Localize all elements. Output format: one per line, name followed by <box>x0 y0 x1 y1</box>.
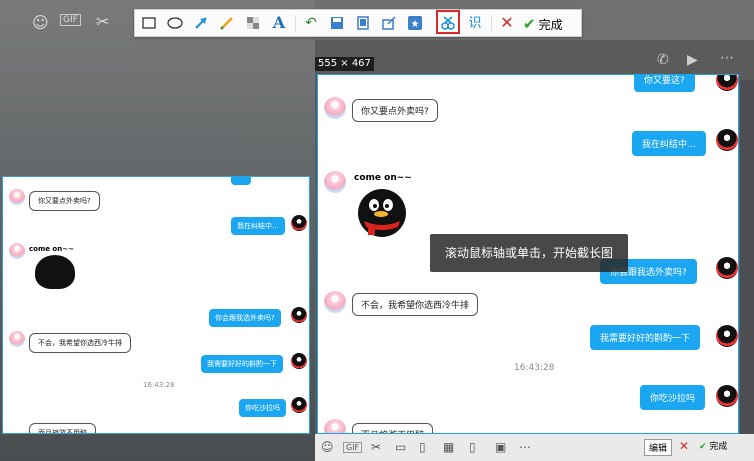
small-msg-4: 不会，我希望你选西冷牛排 <box>29 333 131 353</box>
small-sticker-caption: come on~~ <box>29 245 74 253</box>
friend-avatar <box>324 171 346 193</box>
check-icon: ✔ <box>699 442 707 452</box>
long-screenshot-tooltip: 滚动鼠标轴或单击，开始截长图 <box>430 234 628 272</box>
small-timestamp: 16:43:28 <box>143 381 175 389</box>
scissors-icon: ✂ <box>371 440 382 454</box>
underlying-input-toolbar: ☺ GIF ✂ ▭ ▯ ▦ ▯ ▣ ⋯ 编辑 ✕ ✔ 完成 <box>315 434 754 461</box>
save-icon[interactable] <box>327 13 347 33</box>
desktop-background-strip <box>740 80 754 440</box>
small-msg-3: 你会跟我选外卖吗? <box>209 309 281 327</box>
chat-msg-1: 你又要点外卖吗? <box>352 99 438 122</box>
gif-icon: GIF <box>343 442 363 453</box>
red-packet-icon: ▣ <box>495 440 507 454</box>
friend-avatar <box>9 331 25 347</box>
file-icon: ▯ <box>419 440 426 454</box>
small-msg-5: 我需要好好的斟酌一下 <box>201 355 283 373</box>
chat-msg-6: 你吃沙拉吗 <box>640 385 706 410</box>
long-screenshot-icon[interactable] <box>438 13 458 33</box>
ellipse-tool-icon[interactable] <box>165 13 185 33</box>
text-recognize-button[interactable]: 识 <box>465 13 485 33</box>
more-icon: ⋯ <box>720 50 734 66</box>
bottom-done-button[interactable]: ✔ 完成 <box>699 439 727 452</box>
small-msg-2: 我在纠结中... <box>231 217 285 235</box>
capture-size-label: 555 × 467 <box>315 57 374 71</box>
text-tool-icon[interactable]: A <box>269 13 289 33</box>
edit-button[interactable]: 编辑 <box>644 439 673 456</box>
done-button[interactable]: ✔ 完成 <box>523 14 563 34</box>
my-avatar <box>716 75 738 91</box>
friend-avatar <box>324 97 346 119</box>
check-icon: ✔ <box>523 15 536 33</box>
my-avatar <box>291 307 307 323</box>
my-avatar <box>716 325 738 347</box>
chat-msg-top: 你又要这? <box>634 75 695 92</box>
phone-icon: ✆ <box>657 52 669 68</box>
arrow-tool-icon[interactable] <box>191 13 211 33</box>
chat-msg-4: 不会，我希望你选西冷牛排 <box>352 293 479 316</box>
toolbar-separator <box>491 15 492 31</box>
small-msg-1: 你又要点外卖吗? <box>29 191 100 211</box>
cancel-icon[interactable]: ✕ <box>497 13 517 33</box>
chat-msg-2: 我在纠结中... <box>632 131 706 156</box>
chat-msg-5: 我需要好好的斟酌一下 <box>590 325 701 350</box>
chat-timestamp: 16:43:28 <box>514 363 555 373</box>
bottom-done-label: 完成 <box>709 442 728 452</box>
my-avatar <box>291 215 307 231</box>
undo-icon[interactable]: ↶ <box>301 13 321 33</box>
image-icon: ▦ <box>443 440 455 454</box>
penguin-sticker <box>35 255 75 289</box>
pen-tool-icon[interactable] <box>217 13 237 33</box>
more-icon: ⋯ <box>519 440 531 454</box>
favorite-icon[interactable]: ★ <box>405 13 425 33</box>
my-avatar <box>716 129 738 151</box>
phone-shake-icon: ▯ <box>469 440 476 454</box>
friend-avatar <box>9 189 25 205</box>
toolbar-separator <box>295 15 296 31</box>
mosaic-tool-icon[interactable] <box>243 13 263 33</box>
done-label: 完成 <box>538 17 563 32</box>
gif-icon: GIF <box>60 14 81 26</box>
friend-avatar <box>9 243 25 259</box>
video-icon: ▶ <box>687 52 698 68</box>
screenshot-toolbar: A ↶ ★ 识 ✕ ✔ 完成 <box>134 9 582 37</box>
my-avatar <box>291 397 307 413</box>
small-msg-7: 而且旅游不用醉 <box>29 423 96 433</box>
folder-icon: ▭ <box>395 440 407 454</box>
share-icon[interactable] <box>379 13 399 33</box>
emoji-icon: ☺ <box>321 440 334 454</box>
friend-avatar <box>324 291 346 313</box>
svg-text:★: ★ <box>411 19 420 30</box>
my-avatar <box>291 353 307 369</box>
friend-avatar <box>324 419 346 433</box>
small-bubble-top <box>231 177 251 185</box>
my-avatar <box>716 385 738 407</box>
scissors-icon: ✂ <box>96 12 110 31</box>
cancel-icon[interactable]: ✕ <box>679 439 689 453</box>
background-chat-window: 你又要点外卖吗? 我在纠结中... come on~~ 你会跟我选外卖吗? 不会… <box>2 176 310 434</box>
my-avatar <box>716 257 738 279</box>
pin-to-screen-icon[interactable] <box>353 13 373 33</box>
chat-msg-7: 而且旅游不用醉 <box>352 423 434 433</box>
rectangle-tool-icon[interactable] <box>139 13 159 33</box>
sticker-caption: come on~~ <box>354 173 412 183</box>
small-msg-6: 你吃沙拉吗 <box>239 399 286 417</box>
emoji-icon: ☺ <box>32 13 49 32</box>
penguin-sticker <box>354 183 410 239</box>
